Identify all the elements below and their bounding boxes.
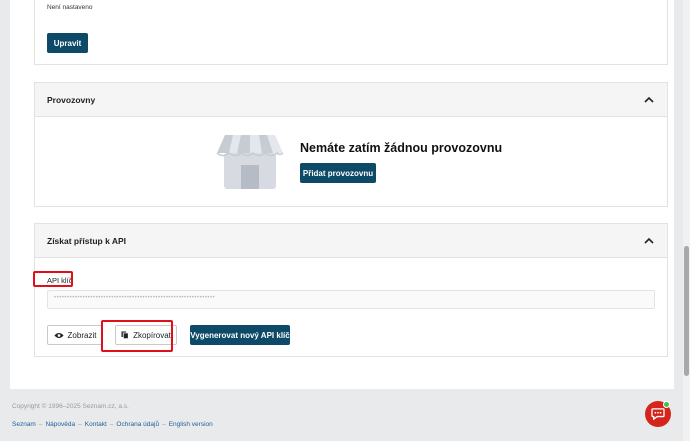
show-button-label: Zobrazit	[67, 330, 97, 340]
api-key-value: ••••••••••••••••••••••••••••••••••••••••…	[54, 295, 216, 301]
footer-separator: –	[38, 421, 43, 428]
provozovny-title: Provozovny	[47, 94, 96, 105]
provozovny-header[interactable]: Provozovny	[35, 83, 667, 117]
footer-link-napoveda[interactable]: Nápověda	[45, 421, 75, 428]
footer-separator: –	[109, 421, 114, 428]
api-key-label-highlight	[33, 271, 73, 287]
footer-link-ochrana[interactable]: Ochrana údajů	[116, 421, 159, 428]
online-status-dot	[663, 401, 670, 408]
chat-icon	[651, 408, 665, 420]
api-key-field[interactable]: ••••••••••••••••••••••••••••••••••••••••…	[47, 290, 655, 309]
provozovny-section: Provozovny Nemáte zatím žádnou provozovn…	[34, 82, 668, 207]
footer-separator: –	[162, 421, 166, 428]
add-provozovna-button[interactable]: Přidat provozovnu	[300, 163, 376, 183]
store-icon	[216, 135, 284, 189]
copyright-text: Copyright © 1996–2025 Seznam.cz, a.s.	[12, 403, 129, 410]
footer-link-seznam[interactable]: Seznam	[12, 421, 36, 428]
copy-button-highlight	[101, 320, 173, 352]
api-header[interactable]: Získat přístup k API	[35, 224, 667, 258]
settings-section: Není nastaveno Upravit	[34, 0, 668, 65]
regenerate-key-button[interactable]: Vygenerovat nový API klíč	[190, 325, 290, 345]
chevron-up-icon[interactable]	[643, 94, 655, 106]
api-title: Získat přístup k API	[47, 235, 127, 246]
edit-button[interactable]: Upravit	[47, 33, 88, 53]
chevron-up-icon[interactable]	[643, 235, 655, 247]
footer-separator: –	[78, 421, 82, 428]
status-text: Není nastaveno	[47, 4, 93, 11]
footer-link-english[interactable]: English version	[169, 421, 213, 428]
scrollbar-thumb[interactable]	[684, 246, 689, 376]
empty-message: Nemáte zatím žádnou provozovnu	[300, 141, 503, 155]
footer-links: Seznam – Nápověda – Kontakt – Ochrana úd…	[12, 421, 213, 428]
footer-link-kontakt[interactable]: Kontakt	[85, 421, 107, 428]
eye-icon	[53, 332, 64, 338]
show-button[interactable]: Zobrazit	[47, 325, 103, 345]
